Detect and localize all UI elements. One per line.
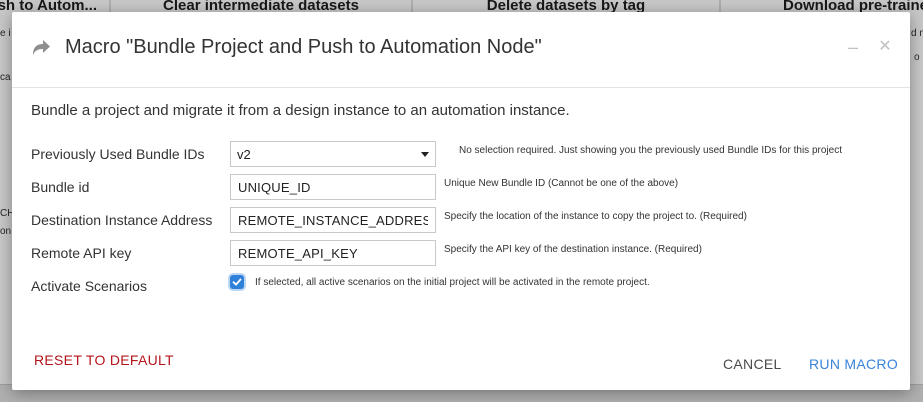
checkmark-icon [232,278,242,286]
run-macro-button[interactable]: Run macro [809,356,898,372]
api-key-label: Remote API key [31,245,132,261]
close-icon[interactable]: ✕ [876,38,894,56]
share-arrow-icon [30,36,52,58]
previous-bundles-selected: v2 [237,147,251,162]
activate-scenarios-help: If selected, all active scenarios on the… [255,277,650,288]
bundle-id-label: Bundle id [31,179,90,195]
previous-bundles-select[interactable]: v2 [230,141,436,167]
previous-bundles-label: Previously Used Bundle IDs [31,146,205,162]
api-key-help: Specify the API key of the destination i… [444,244,702,255]
macro-description: Bundle a project and migrate it from a d… [31,102,570,119]
destination-address-input[interactable] [230,207,436,233]
bundle-id-input[interactable] [230,174,436,200]
macro-dialog: Macro "Bundle Project and Push to Automa… [12,12,910,390]
activate-scenarios-label: Activate Scenarios [31,278,147,294]
activate-scenarios-checkbox[interactable] [230,275,244,289]
chevron-down-icon [421,152,429,157]
destination-address-label: Destination Instance Address [31,212,213,228]
previous-bundles-help: No selection required. Just showing you … [459,145,842,156]
minimize-icon[interactable]: – [844,38,862,56]
cancel-button[interactable]: Cancel [723,356,782,372]
bundle-id-help: Unique New Bundle ID (Cannot be one of t… [444,178,679,189]
api-key-input[interactable] [230,240,436,266]
destination-address-help: Specify the location of the instance to … [444,211,747,222]
dialog-title: Macro "Bundle Project and Push to Automa… [65,36,542,58]
dialog-header: Macro "Bundle Project and Push to Automa… [12,12,910,88]
reset-to-default-button[interactable]: Reset to default [34,352,174,368]
